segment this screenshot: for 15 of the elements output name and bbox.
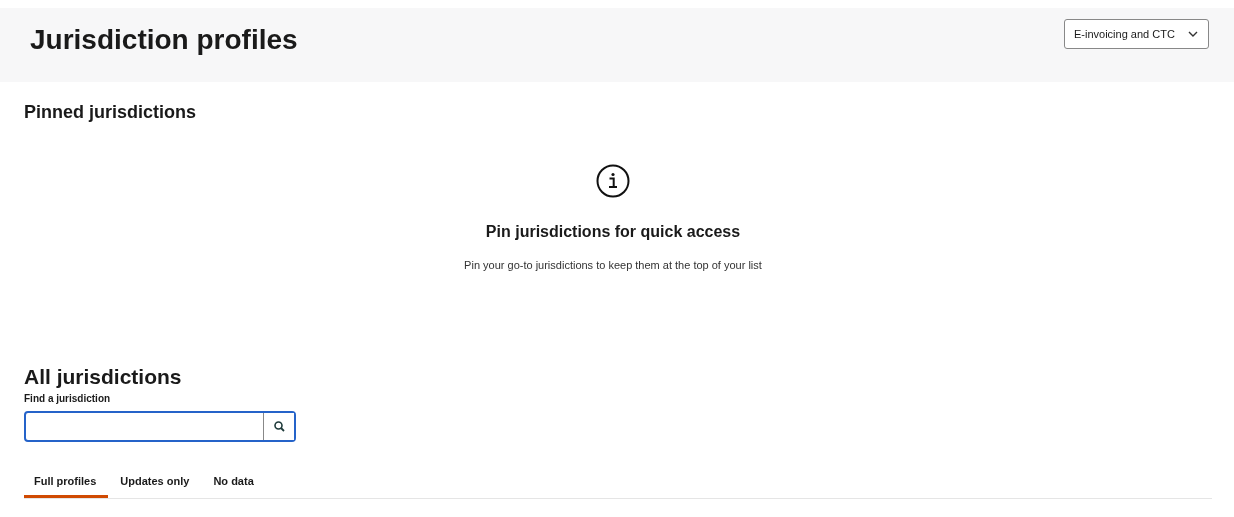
search-label: Find a jurisdiction [24, 393, 112, 404]
page-title: Jurisdiction profiles [30, 24, 298, 56]
search-button[interactable] [263, 413, 294, 440]
search-field[interactable] [24, 411, 296, 442]
empty-state-text: Pin your go-to jurisdictions to keep them at the top of your list [464, 259, 762, 271]
info-icon [596, 164, 630, 198]
tab[interactable]: No data [201, 471, 266, 498]
tab[interactable]: Updates only [108, 471, 202, 498]
chevron-down-icon [1188, 31, 1198, 37]
section-heading: Pinned jurisdictions [24, 102, 198, 123]
empty-state-title: Pin jurisdictions for quick access [485, 223, 741, 241]
search-icon [273, 421, 285, 432]
section-heading: All jurisdictions [24, 365, 183, 389]
category-dropdown[interactable]: E-invoicing and CTC [1064, 19, 1209, 49]
tab[interactable]: Full profiles [24, 471, 109, 498]
